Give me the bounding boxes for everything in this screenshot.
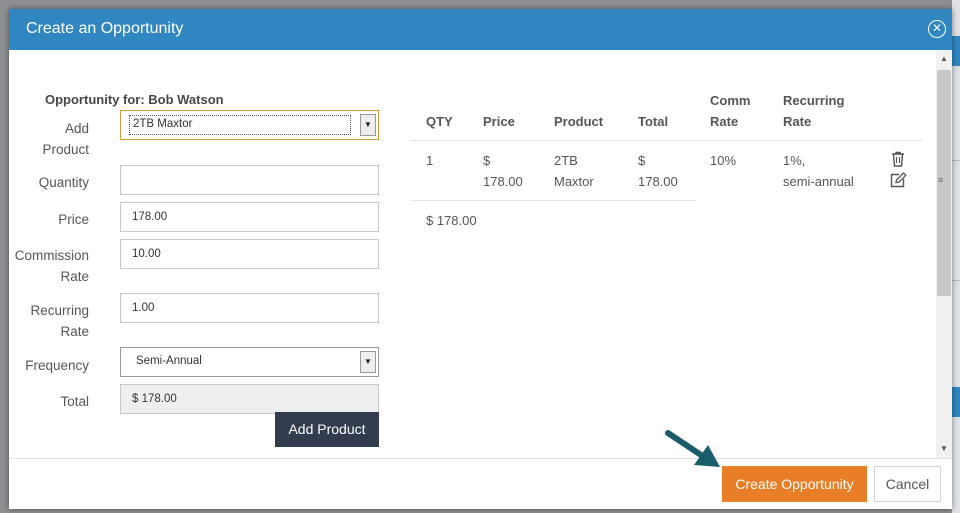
recurring-rate-label: Recurring Rate <box>30 303 89 339</box>
column-header-total: Total <box>638 114 669 129</box>
frequency-select[interactable]: Semi-Annual ▼ <box>120 347 379 377</box>
total-field <box>120 384 379 414</box>
scroll-down-icon[interactable]: ▼ <box>936 442 952 456</box>
commission-rate-input[interactable] <box>120 239 379 269</box>
quantity-label: Quantity <box>38 175 89 190</box>
background-header-fragment <box>952 387 960 417</box>
cell-price: $ 178.00 <box>483 153 523 189</box>
frequency-value: Semi-Annual <box>136 355 202 367</box>
background-divider <box>952 160 960 161</box>
modal-title: Create an Opportunity <box>26 20 184 37</box>
frequency-label: Frequency <box>25 358 89 373</box>
table-header-divider <box>411 140 923 141</box>
grip-icon: ≡ <box>938 175 944 185</box>
column-header-price: Price <box>483 114 515 129</box>
cell-product: 2TB Maxtor <box>554 153 594 189</box>
modal-header: Create an Opportunity ✕ <box>9 9 952 50</box>
column-header-comm-rate: Comm Rate <box>710 93 751 129</box>
cell-total: $ 178.00 <box>638 153 678 189</box>
price-label: Price <box>58 212 89 227</box>
scroll-up-icon[interactable]: ▲ <box>936 52 952 66</box>
chevron-down-icon[interactable]: ▼ <box>360 351 376 373</box>
add-product-label: Add Product <box>42 121 89 157</box>
chevron-down-icon[interactable]: ▼ <box>360 114 376 136</box>
background-divider <box>952 280 960 281</box>
background-header-fragment <box>952 36 960 66</box>
cell-recurring-rate: 1%, semi-annual <box>783 153 854 189</box>
create-opportunity-modal: Create an Opportunity ✕ Opportunity for:… <box>9 9 952 509</box>
trash-icon[interactable] <box>891 151 905 167</box>
commission-rate-label: Commission Rate <box>14 248 89 284</box>
modal-footer: Create Opportunity Cancel <box>9 458 952 509</box>
opportunity-for-label: Opportunity for: Bob Watson <box>45 92 224 107</box>
add-product-select[interactable]: 2TB Maxtor ▼ <box>120 110 379 140</box>
modal-body: Opportunity for: Bob Watson Add Product … <box>9 50 952 458</box>
close-icon[interactable]: ✕ <box>928 20 946 38</box>
quantity-input[interactable] <box>120 165 379 195</box>
annotation-arrow-icon <box>665 430 720 467</box>
grand-total: $ 178.00 <box>426 213 477 228</box>
cell-qty: 1 <box>426 153 434 168</box>
total-label: Total <box>60 394 89 409</box>
price-input[interactable] <box>120 202 379 232</box>
background-panel <box>952 0 960 513</box>
add-product-value: 2TB Maxtor <box>133 118 193 130</box>
recurring-rate-input[interactable] <box>120 293 379 323</box>
add-product-button[interactable]: Add Product <box>275 412 379 447</box>
column-header-qty: QTY <box>426 114 453 129</box>
cancel-button[interactable]: Cancel <box>874 466 941 502</box>
column-header-recurring-rate: Recurring Rate <box>783 93 845 129</box>
edit-icon[interactable] <box>890 172 907 188</box>
create-opportunity-button[interactable]: Create Opportunity <box>722 466 867 502</box>
cell-comm-rate: 10% <box>710 153 737 168</box>
table-row-divider <box>411 200 696 201</box>
column-header-product: Product <box>554 114 604 129</box>
